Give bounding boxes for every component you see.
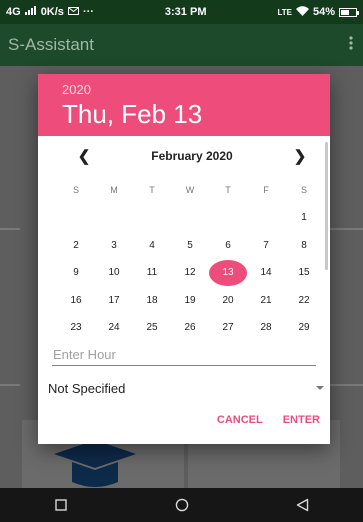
battery-icon xyxy=(339,7,359,17)
previous-month-icon[interactable]: ❮ xyxy=(74,147,94,165)
empty-day-cell xyxy=(95,204,133,232)
day-cell[interactable]: 28 xyxy=(247,314,285,336)
day-cell[interactable]: 15 xyxy=(285,259,323,287)
wifi-icon xyxy=(295,5,309,19)
signal-icon xyxy=(24,6,37,18)
weekday-label: W xyxy=(185,185,195,195)
empty-day-cell xyxy=(209,204,247,232)
empty-day-cell xyxy=(247,204,285,232)
day-cell[interactable]: 1 xyxy=(285,204,323,232)
date-picker-dialog: 2020 Thu, Feb 13 ❮ February 2020 ❯ S M T W T… xyxy=(38,74,330,444)
dropdown-arrow-icon xyxy=(316,386,324,390)
empty-day-cell xyxy=(171,204,209,232)
background-divider xyxy=(330,228,363,230)
cancel-button[interactable]: CANCEL xyxy=(217,414,263,444)
day-cell[interactable]: 25 xyxy=(133,314,171,336)
day-cell[interactable]: 12 xyxy=(171,259,209,287)
recents-button[interactable] xyxy=(41,493,81,517)
day-cell[interactable]: 27 xyxy=(209,314,247,336)
hour-field[interactable] xyxy=(52,344,316,366)
background-divider xyxy=(330,384,363,386)
day-cell[interactable]: 16 xyxy=(57,287,95,315)
day-cell[interactable]: 2 xyxy=(57,232,95,260)
calendar-scrollbar[interactable] xyxy=(325,142,328,270)
calendar-view[interactable]: ❮ February 2020 ❯ SMTWTFS 1 2 3 4 5 6 7 8 9 10 11 1… xyxy=(38,136,330,336)
day-cell[interactable]: 26 xyxy=(171,314,209,336)
selected-date[interactable]: Thu, Feb 13 xyxy=(62,99,330,130)
day-cell[interactable]: 9 xyxy=(57,259,95,287)
day-cell[interactable]: 20 xyxy=(209,287,247,315)
day-cell[interactable]: 19 xyxy=(171,287,209,315)
month-label: February 2020 xyxy=(151,149,233,163)
app-title: S-Assistant xyxy=(8,35,94,54)
selected-year[interactable]: 2020 xyxy=(62,82,330,97)
day-cell[interactable]: 11 xyxy=(133,259,171,287)
volte-badge: LTE xyxy=(277,7,292,17)
empty-day-cell xyxy=(57,204,95,232)
hour-input[interactable] xyxy=(52,344,316,364)
enter-button[interactable]: ENTER xyxy=(283,414,320,444)
day-cell[interactable]: 18 xyxy=(133,287,171,315)
day-cell[interactable]: 7 xyxy=(247,232,285,260)
network-speed: 0K/s xyxy=(40,6,64,18)
status-time: 3:31 PM xyxy=(164,6,207,18)
date-picker-header: 2020 Thu, Feb 13 xyxy=(38,74,330,136)
weekday-label: T xyxy=(149,185,155,195)
day-cell[interactable]: 23 xyxy=(57,314,95,336)
weekday-label: S xyxy=(300,185,307,195)
background-divider xyxy=(0,228,20,230)
day-cell[interactable]: 14 xyxy=(247,259,285,287)
home-button[interactable] xyxy=(162,493,202,517)
network-type: 4G xyxy=(6,6,21,18)
weekday-label: T xyxy=(225,185,231,195)
navigation-bar xyxy=(0,488,363,522)
month-navigation: ❮ February 2020 ❯ xyxy=(38,136,330,176)
day-cell[interactable]: 10 xyxy=(95,259,133,287)
day-grid: 1 2 3 4 5 6 7 8 9 10 11 12 13 14 15 16 17 18 19 20 21 22 23 24 2… xyxy=(38,204,330,336)
day-cell[interactable]: 4 xyxy=(133,232,171,260)
day-cell[interactable]: 3 xyxy=(95,232,133,260)
day-cell-selected[interactable]: 13 xyxy=(209,259,247,287)
specification-spinner[interactable]: Not Specified xyxy=(38,370,330,406)
next-month-icon[interactable]: ❯ xyxy=(290,147,310,165)
empty-day-cell xyxy=(133,204,171,232)
spinner-value: Not Specified xyxy=(48,380,126,396)
mail-icon xyxy=(67,6,79,18)
graduation-cap-icon xyxy=(52,438,138,488)
weekday-label: F xyxy=(263,185,269,195)
day-number: 13 xyxy=(222,267,234,279)
day-cell[interactable]: 24 xyxy=(95,314,133,336)
day-cell[interactable]: 22 xyxy=(285,287,323,315)
dialog-actions: CANCEL ENTER xyxy=(38,406,330,444)
app-bar: S-Assistant xyxy=(0,24,363,66)
day-cell[interactable]: 5 xyxy=(171,232,209,260)
more-notifications-icon: ··· xyxy=(82,6,94,18)
day-cell[interactable]: 8 xyxy=(285,232,323,260)
weekday-header: SMTWTFS xyxy=(38,176,330,204)
battery-percent: 54% xyxy=(312,6,335,18)
overflow-menu-icon[interactable] xyxy=(349,35,353,55)
status-bar: 4G 0K/s ··· 3:31 PM LTE 54% xyxy=(0,0,363,24)
weekday-label: S xyxy=(72,185,79,195)
weekday-label: M xyxy=(110,185,118,195)
background-divider xyxy=(0,384,20,386)
back-button[interactable] xyxy=(283,493,323,517)
day-cell[interactable]: 29 xyxy=(285,314,323,336)
day-cell[interactable]: 17 xyxy=(95,287,133,315)
day-cell[interactable]: 21 xyxy=(247,287,285,315)
day-cell[interactable]: 6 xyxy=(209,232,247,260)
